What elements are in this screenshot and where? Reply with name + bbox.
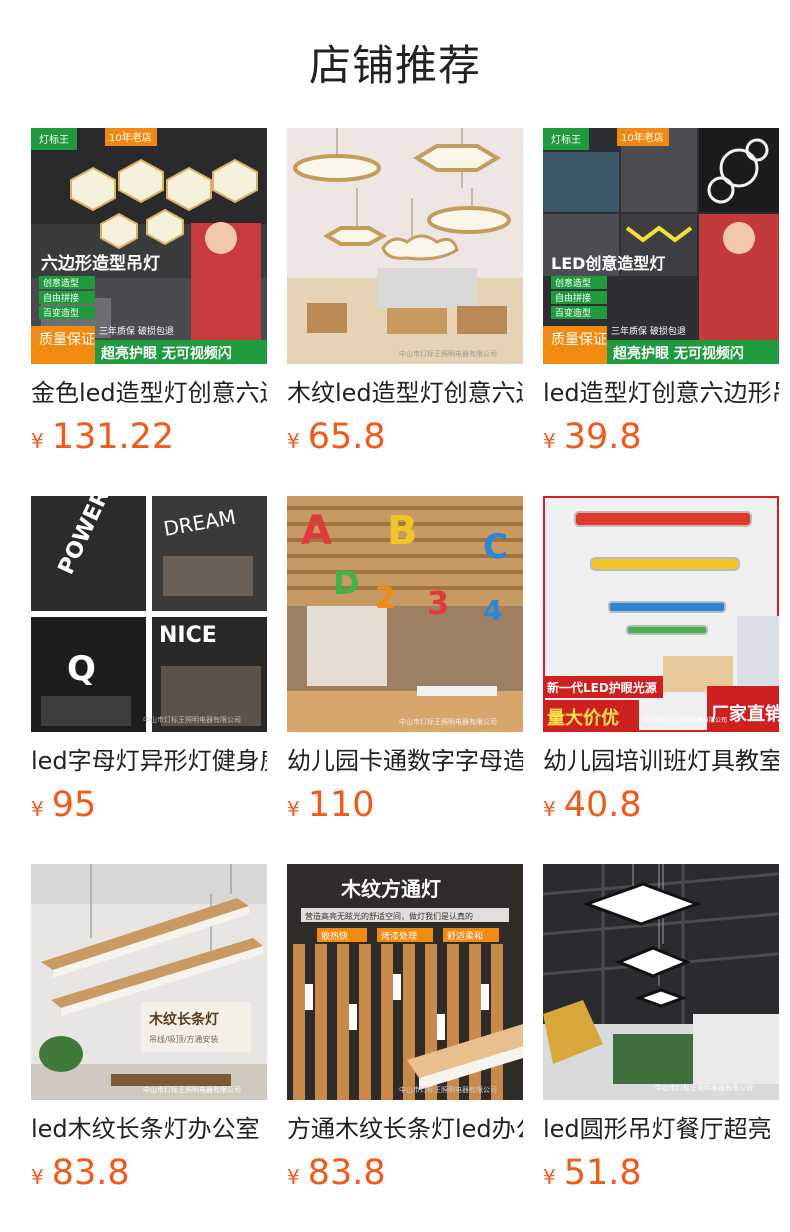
years-badge: 10年老店 [621,131,664,144]
product-price: ¥83.8 [287,1151,386,1195]
product-name[interactable]: 幼儿园培训班灯具教室 [543,744,779,778]
watermark: 中山市灯标王照明电器有限公司 [143,715,241,724]
watermark: 中山市灯标王照明电器有限公司 [143,1085,241,1094]
brand-logo-text: 灯标王 [551,134,581,146]
watermark: 中山市灯标王照明电器有限公司 [399,1085,497,1094]
digit-2: 2 [375,581,396,616]
product-card[interactable]: 新一代LED护眼光源 量大价优 厂家直销 中山市灯标王照明电器有限公司 幼儿园培… [543,496,779,826]
tag-eye-care: 新一代LED护眼光源 [547,680,657,695]
product-price: ¥95 [31,783,96,827]
product-image[interactable]: 中山市灯标王照明电器有限公司 [543,864,779,1100]
image-headline: 六边形造型吊灯 [41,253,160,274]
product-name[interactable]: 木纹led造型灯创意六边形 [287,376,523,410]
product-card[interactable]: 木纹长条灯 吊线/吸顶/方通安装 中山市灯标王照明电器有限公司 led木纹长条灯… [31,864,267,1194]
product-price: ¥131.22 [31,415,174,459]
product-image[interactable]: 中山市灯标王照明电器有限公司 [287,128,523,364]
product-grid: 灯标王 10年老店 六边形造型吊灯 创意造型 自由拼接 百变造型 三年质保 破损… [0,0,790,1232]
quality-badge: 质量保证 [551,332,607,348]
product-price: ¥51.8 [543,1151,642,1195]
price-value: 95 [51,785,97,825]
product-name[interactable]: 金色led造型灯创意六边形吊灯 [31,376,267,410]
feature-3: 百变造型 [43,307,79,319]
image-label: 木纹长条灯 [148,1011,219,1028]
watermark: 中山市灯标王照明电器有限公司 [399,717,497,726]
product-price: ¥40.8 [543,783,642,827]
currency-symbol: ¥ [287,1165,300,1189]
price-value: 40.8 [563,785,642,825]
watermark: 中山市灯标王照明电器有限公司 [399,349,497,358]
currency-symbol: ¥ [31,429,44,453]
tag-2: 烤漆处理 [381,930,417,942]
letter-a: A [301,508,332,554]
price-value: 65.8 [307,417,386,457]
feature-2: 自由拼接 [43,292,79,304]
tag-3: 舒适柔和 [447,930,483,942]
image-label-sub: 吊线/吸顶/方通安装 [149,1034,218,1044]
price-value: 131.22 [51,417,175,457]
product-name[interactable]: led造型灯创意六边形吊灯 [543,376,779,410]
quality-badge: 质量保证 [39,332,95,348]
product-price: ¥65.8 [287,415,386,459]
image-subline: 营造高亮无眩光的舒适空间，做灯我们是认真的 [305,911,473,921]
product-price: ¥110 [287,783,375,827]
price-value: 83.8 [51,1153,130,1193]
years-badge: 10年老店 [109,131,152,144]
store-recommendations-page: 店铺推荐 灯标王 10年老店 六边形造型吊灯 创意造型 自由拼接 百变造型 三年… [0,0,790,1232]
tag-1: 散热快 [321,930,348,942]
brand-logo-text: 灯标王 [39,134,69,146]
letter-b: B [387,508,418,554]
product-card[interactable]: 中山市灯标王照明电器有限公司 木纹led造型灯创意六边形 ¥65.8 [287,128,523,458]
sign-word-3: Q [67,649,96,689]
product-image[interactable]: 灯标王 10年老店 LED创意造型灯 创意造型 自由拼接 百变造型 三年质保 破… [543,128,779,364]
promo-banner: 超亮护眼 无可视频闪 [612,345,744,362]
product-image[interactable]: 灯标王 10年老店 六边形造型吊灯 创意造型 自由拼接 百变造型 三年质保 破损… [31,128,267,364]
digit-4: 4 [483,594,502,627]
price-value: 51.8 [563,1153,642,1193]
digit-3: 3 [427,584,449,622]
product-image[interactable]: POWER DREAM Q NICE 中山市灯标王照明电器有限公司 [31,496,267,732]
product-card[interactable]: 木纹方通灯 营造高亮无眩光的舒适空间，做灯我们是认真的 散热快 烤漆处理 舒适柔… [287,864,523,1194]
product-name[interactable]: led圆形吊灯餐厅超亮 [543,1112,779,1146]
currency-symbol: ¥ [543,1165,556,1189]
product-card[interactable]: 灯标王 10年老店 六边形造型吊灯 创意造型 自由拼接 百变造型 三年质保 破损… [31,128,267,458]
product-image[interactable]: 新一代LED护眼光源 量大价优 厂家直销 中山市灯标王照明电器有限公司 [543,496,779,732]
tag-bulk-price: 量大价优 [547,707,619,729]
currency-symbol: ¥ [31,1165,44,1189]
product-price: ¥39.8 [543,415,642,459]
product-card[interactable]: 中山市灯标王照明电器有限公司 led圆形吊灯餐厅超亮 ¥51.8 [543,864,779,1194]
currency-symbol: ¥ [287,797,300,821]
product-image[interactable]: A B C D 2 3 4 中山市灯标王照明电器有限公司 [287,496,523,732]
guarantee-text: 三年质保 破损包退 [99,325,174,337]
product-card[interactable]: POWER DREAM Q NICE 中山市灯标王照明电器有限公司 led字母灯… [31,496,267,826]
promo-banner: 超亮护眼 无可视频闪 [100,345,232,362]
currency-symbol: ¥ [543,429,556,453]
product-card[interactable]: A B C D 2 3 4 中山市灯标王照明电器有限公司 幼儿园卡通数字字母造型… [287,496,523,826]
product-name[interactable]: 方通木纹长条灯led办公室 [287,1112,523,1146]
currency-symbol: ¥ [31,797,44,821]
price-value: 83.8 [307,1153,386,1193]
image-headline: 木纹方通灯 [340,877,441,901]
product-card[interactable]: 灯标王 10年老店 LED创意造型灯 创意造型 自由拼接 百变造型 三年质保 破… [543,128,779,458]
price-value: 110 [307,785,375,825]
currency-symbol: ¥ [543,797,556,821]
watermark: 中山市灯标王照明电器有限公司 [643,716,727,724]
letter-c: C [483,527,508,567]
feature-1: 创意造型 [555,277,591,289]
guarantee-text: 三年质保 破损包退 [611,325,686,337]
product-name[interactable]: led木纹长条灯办公室 [31,1112,267,1146]
product-price: ¥83.8 [31,1151,130,1195]
feature-3: 百变造型 [555,307,591,319]
product-name[interactable]: led字母灯异形灯健身房 [31,744,267,778]
feature-2: 自由拼接 [555,292,591,304]
product-image[interactable]: 木纹长条灯 吊线/吸顶/方通安装 中山市灯标王照明电器有限公司 [31,864,267,1100]
sign-word-4: NICE [159,623,217,648]
feature-1: 创意造型 [43,277,79,289]
watermark: 中山市灯标王照明电器有限公司 [655,1083,753,1092]
product-image[interactable]: 木纹方通灯 营造高亮无眩光的舒适空间，做灯我们是认真的 散热快 烤漆处理 舒适柔… [287,864,523,1100]
price-value: 39.8 [563,417,642,457]
currency-symbol: ¥ [287,429,300,453]
image-headline: LED创意造型灯 [551,254,665,273]
product-name[interactable]: 幼儿园卡通数字字母造型灯 [287,744,523,778]
letter-d: D [333,564,360,602]
